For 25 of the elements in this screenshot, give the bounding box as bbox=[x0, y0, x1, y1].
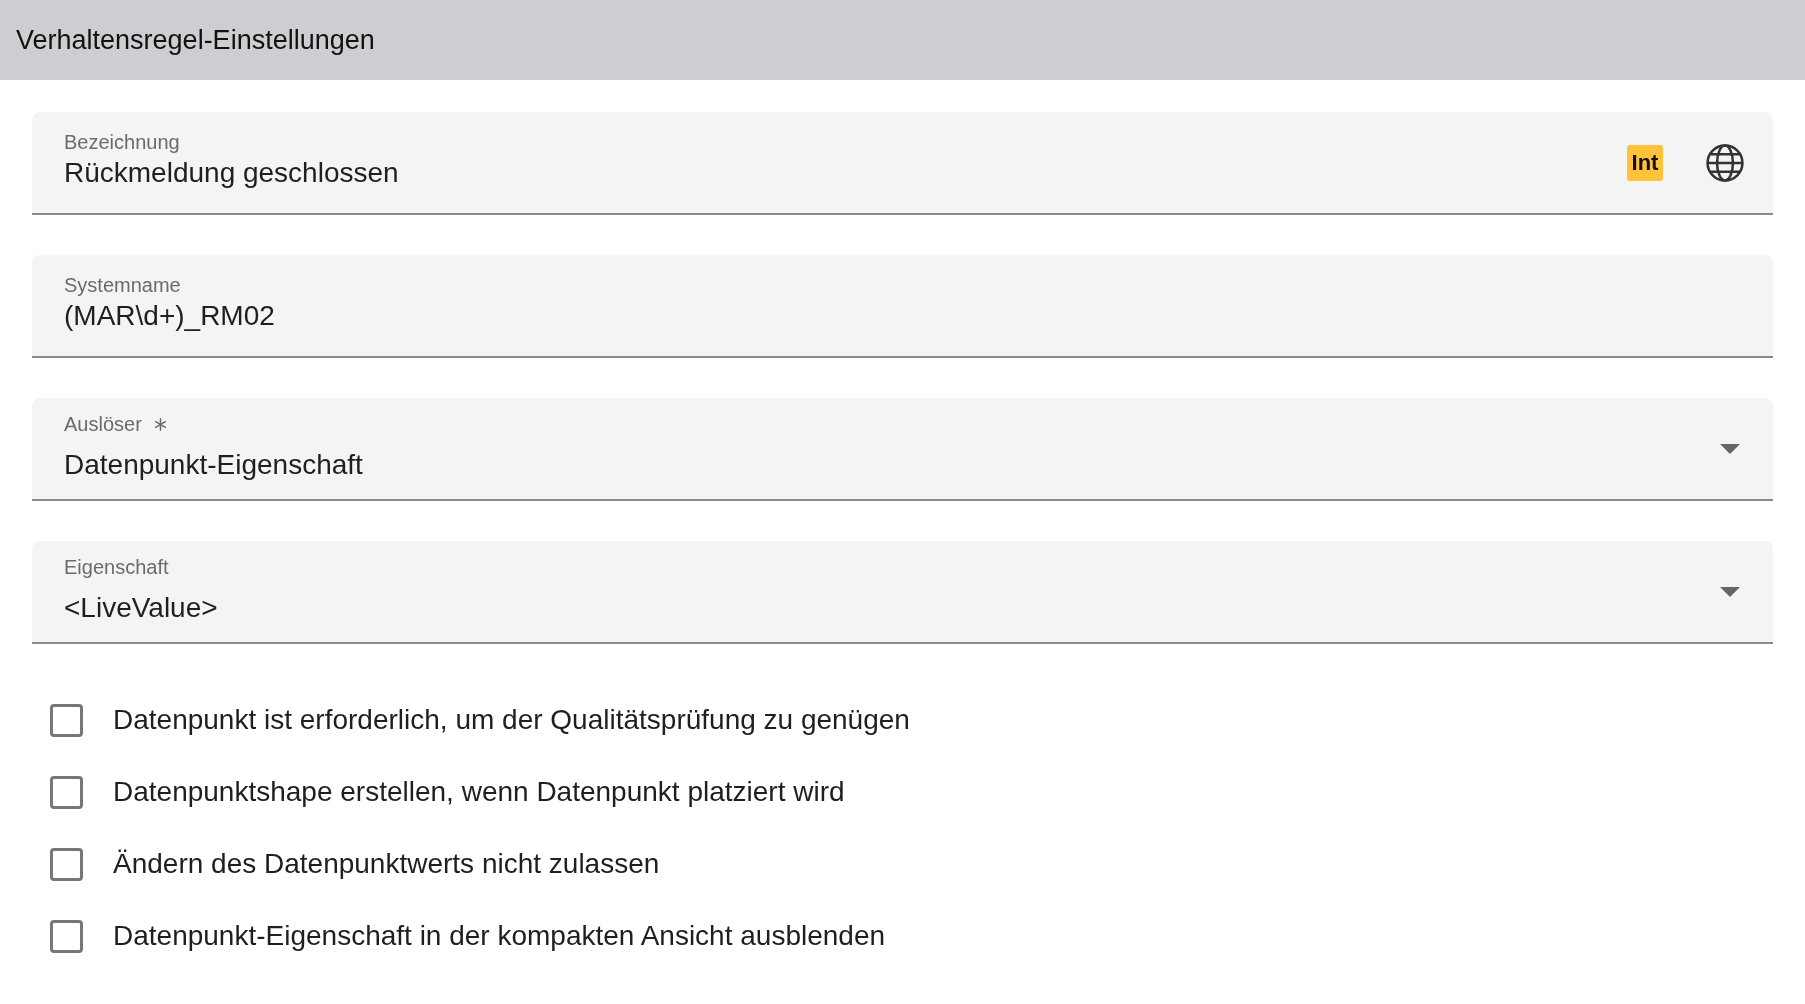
checkbox-label: Datenpunkt ist erforderlich, um der Qualitätsprüfung zu genügen bbox=[113, 704, 910, 736]
field-value: Rückmeldung geschlossen bbox=[64, 157, 399, 189]
text-field[interactable]: Systemname (MAR\d+)_RM02 bbox=[32, 255, 1773, 358]
caret-down-icon[interactable] bbox=[1720, 443, 1740, 454]
field-value: <LiveValue> bbox=[64, 592, 218, 624]
checkbox-label: Datenpunkt-Eigenschaft in der kompakten Ansicht ausblenden bbox=[113, 920, 886, 952]
badge: Int bbox=[1627, 144, 1663, 181]
checkbox[interactable] bbox=[50, 775, 83, 809]
checkbox[interactable] bbox=[50, 703, 83, 737]
caret-down-icon[interactable] bbox=[1720, 586, 1740, 597]
checkbox-label: Ändern des Datenpunktwerts nicht zulassen bbox=[113, 848, 660, 880]
checkbox[interactable] bbox=[50, 919, 83, 953]
field-value: Datenpunkt-Eigenschaft bbox=[64, 449, 363, 481]
text-field[interactable]: Bezeichnung Rückmeldung geschlossen Int bbox=[32, 112, 1773, 215]
field-value: (MAR\d+)_RM02 bbox=[64, 300, 275, 332]
field-label: Bezeichnung bbox=[64, 130, 180, 154]
field-label: Eigenschaft bbox=[64, 555, 169, 579]
globe-icon[interactable] bbox=[1706, 143, 1744, 182]
checkbox-label: Datenpunktshape erstellen, wenn Datenpunkt platziert wird bbox=[113, 776, 845, 808]
checkbox[interactable] bbox=[50, 847, 83, 881]
field-label: Auslöser bbox=[64, 412, 142, 436]
dropdown-field[interactable]: Eigenschaft <LiveValue> bbox=[32, 541, 1773, 644]
dropdown-field[interactable]: Auslöser Datenpunkt-Eigenschaft bbox=[32, 398, 1773, 501]
page-title: Verhaltensregel-Einstellungen bbox=[16, 24, 375, 56]
field-label: Systemname bbox=[64, 273, 181, 297]
